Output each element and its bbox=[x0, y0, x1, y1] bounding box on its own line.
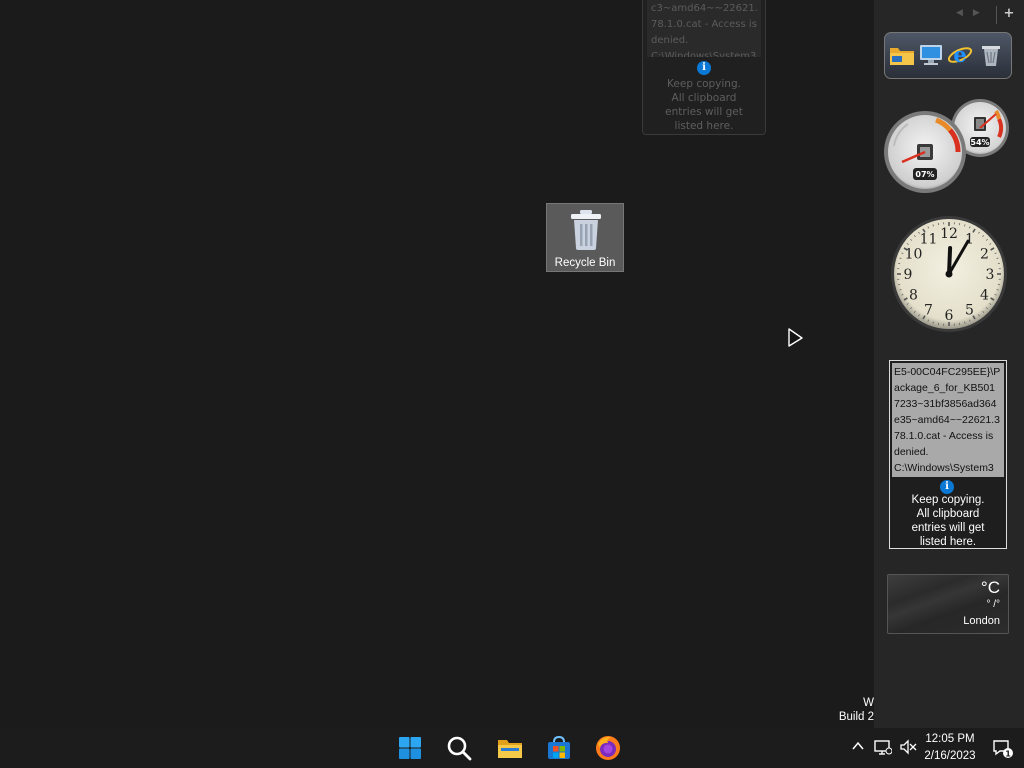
internet-explorer-icon[interactable]: e bbox=[947, 43, 973, 67]
mouse-cursor-icon bbox=[788, 328, 803, 347]
notification-count: 1 bbox=[1005, 750, 1011, 759]
clipboard-message: Keep copying. All clipboard entries will… bbox=[890, 493, 1006, 549]
ghost-info-icon: i bbox=[697, 61, 711, 75]
ghost-clipboard-text: c3~amd64~~22621. 78.1.0.cat - Access is … bbox=[647, 0, 761, 57]
ghost-line: C:\Windows\System3 bbox=[651, 51, 757, 57]
launcher-gadget: e bbox=[884, 32, 1012, 79]
clipboard-message-line: listed here. bbox=[919, 536, 977, 548]
clock-numeral: 10 bbox=[905, 247, 923, 263]
ghost-line: denied. bbox=[651, 35, 689, 46]
network-icon[interactable] bbox=[874, 739, 892, 755]
gadget-nav-divider bbox=[996, 6, 997, 24]
weather-temperature-range: ° /° bbox=[986, 599, 1000, 610]
recycle-bin-icon bbox=[571, 210, 601, 250]
clipboard-line: denied. bbox=[894, 446, 929, 458]
ghost-clipboard-message: Keep copying. All clipboard entries will… bbox=[643, 77, 765, 133]
clock-numeral: 3 bbox=[986, 267, 995, 283]
taskbar-date: 2/16/2023 bbox=[924, 750, 976, 762]
clipboard-gadget: E5-00C04FC295EE}\P ackage_6_for_KB501 72… bbox=[889, 360, 1007, 549]
cpu-percent: 07% bbox=[915, 170, 934, 179]
gadget-sidebar: ◀ ▶ + e 54% 07% 12 1 2 3 4 5 6 7 8 9 10 … bbox=[874, 0, 1024, 730]
recycle-bin-label: Recycle Bin bbox=[554, 257, 616, 269]
gadget-nav: ◀ ▶ bbox=[956, 8, 990, 18]
clock-numeral: 11 bbox=[920, 232, 938, 248]
taskbar-time: 12:05 PM bbox=[925, 733, 975, 745]
watermark-line: Build 2 bbox=[838, 711, 874, 723]
ghost-msg-line: Keep copying. bbox=[667, 78, 741, 90]
cpu-meter-gadget: 54% 07% bbox=[884, 99, 1009, 193]
search-icon[interactable] bbox=[445, 734, 473, 762]
add-gadget-button[interactable]: + bbox=[1002, 7, 1016, 21]
previous-page-icon[interactable]: ◀ bbox=[956, 8, 963, 18]
clipboard-line: e35~amd64~~22621.3 bbox=[894, 414, 1000, 426]
folder-icon[interactable] bbox=[889, 43, 915, 67]
firefox-icon[interactable] bbox=[594, 734, 622, 762]
memory-percent: 54% bbox=[970, 138, 989, 147]
trash-icon[interactable] bbox=[979, 43, 1003, 67]
ghost-msg-line: listed here. bbox=[674, 120, 734, 132]
ghost-msg-line: entries will get bbox=[665, 106, 743, 118]
weather-city: London bbox=[963, 615, 1000, 627]
clipboard-line: C:\Windows\System3 bbox=[894, 462, 994, 474]
clock-numeral: 8 bbox=[909, 288, 918, 304]
clock-numeral: 4 bbox=[980, 288, 989, 304]
clipboard-message-line: entries will get bbox=[911, 522, 985, 534]
clock-numeral: 2 bbox=[980, 247, 989, 263]
clock-numeral: 12 bbox=[940, 226, 958, 242]
notification-icon[interactable]: 1 bbox=[992, 739, 1014, 759]
weather-gadget[interactable]: °C ° /° London bbox=[887, 574, 1009, 634]
svg-text:e: e bbox=[953, 43, 966, 67]
ghost-line: c3~amd64~~22621. bbox=[651, 3, 758, 14]
clock-numeral: 5 bbox=[965, 303, 974, 319]
clipboard-entry-text[interactable]: E5-00C04FC295EE}\P ackage_6_for_KB501 72… bbox=[892, 363, 1004, 477]
watermark-line: W bbox=[863, 697, 874, 709]
clock-gadget: 12 1234567891011 bbox=[891, 216, 1007, 332]
file-explorer-icon[interactable] bbox=[496, 734, 524, 762]
start-icon[interactable] bbox=[396, 734, 424, 762]
store-icon[interactable] bbox=[545, 734, 573, 762]
computer-icon[interactable] bbox=[918, 43, 944, 67]
ghost-line: 78.1.0.cat - Access is bbox=[651, 19, 757, 30]
recycle-bin-desktop-icon[interactable]: Recycle Bin bbox=[546, 203, 624, 272]
ghost-clipboard-gadget: c3~amd64~~22621. 78.1.0.cat - Access is … bbox=[642, 0, 766, 135]
build-watermark: W Build 2 bbox=[820, 696, 874, 724]
info-icon: i bbox=[940, 480, 954, 494]
clipboard-message-line: Keep copying. bbox=[911, 494, 985, 506]
clock-numeral: 6 bbox=[945, 308, 954, 324]
clipboard-line: 78.1.0.cat - Access is bbox=[894, 430, 994, 442]
ghost-msg-line: All clipboard bbox=[671, 92, 737, 104]
volume-muted-icon[interactable] bbox=[900, 739, 918, 755]
taskbar: 12:05 PM 2/16/2023 1 bbox=[0, 728, 1024, 768]
clipboard-line: ackage_6_for_KB501 bbox=[894, 382, 995, 394]
clock-numeral: 7 bbox=[924, 303, 933, 319]
chevron-up-icon[interactable] bbox=[851, 739, 865, 753]
taskbar-clock[interactable]: 12:05 PM 2/16/2023 bbox=[920, 731, 980, 765]
clipboard-line: E5-00C04FC295EE}\P bbox=[894, 366, 1001, 378]
next-page-icon[interactable]: ▶ bbox=[973, 8, 980, 18]
clipboard-line: 7233~31bf3856ad364 bbox=[894, 398, 997, 410]
weather-temperature-unit: °C bbox=[980, 578, 1000, 597]
clock-numeral: 9 bbox=[904, 267, 913, 283]
clipboard-message-line: All clipboard bbox=[916, 508, 980, 520]
